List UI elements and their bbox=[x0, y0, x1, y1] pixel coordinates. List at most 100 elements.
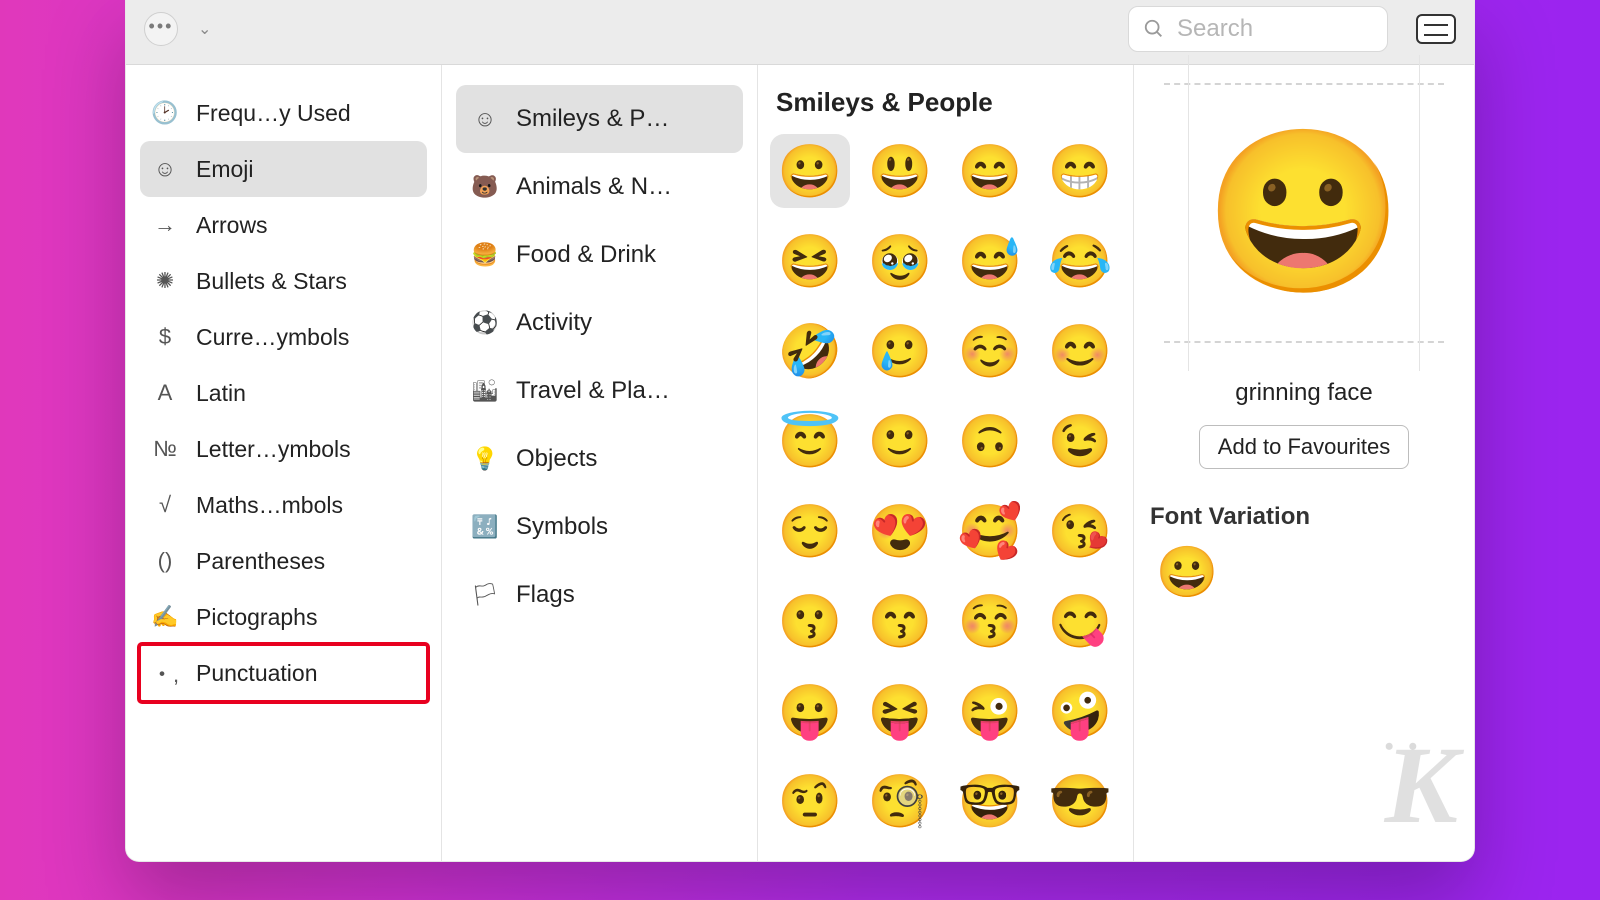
category-icon: ☺ bbox=[150, 154, 180, 184]
emoji-cell[interactable]: 🥳 bbox=[950, 854, 1030, 862]
category-label: Punctuation bbox=[196, 660, 317, 687]
preview-emoji: 😀 bbox=[1204, 120, 1403, 307]
emoji-category-item[interactable]: 🏙 Travel & Pla… bbox=[456, 357, 743, 425]
category-icon: () bbox=[150, 546, 180, 576]
preview-panel: 😀 grinning face Add to Favourites Font V… bbox=[1134, 65, 1474, 861]
emoji-cell[interactable]: 😛 bbox=[770, 674, 850, 748]
emoji-category-icon: 🏙 bbox=[470, 376, 500, 406]
emoji-cell[interactable]: 🙃 bbox=[950, 404, 1030, 478]
emoji-cell[interactable]: 😅 bbox=[950, 224, 1030, 298]
emoji-category-label: Smileys & P… bbox=[516, 105, 669, 133]
emoji-category-label: Symbols bbox=[516, 513, 608, 541]
emoji-category-item[interactable]: 💡Objects bbox=[456, 425, 743, 493]
emoji-cell[interactable]: 😌 bbox=[770, 494, 850, 568]
emoji-category-icon: 🍔 bbox=[470, 240, 500, 270]
more-options-button[interactable]: ••• bbox=[144, 12, 178, 46]
emoji-cell[interactable]: 🥸 bbox=[770, 854, 850, 862]
category-label: Frequ…y Used bbox=[196, 100, 351, 127]
emoji-category-label: Flags bbox=[516, 581, 575, 609]
search-input[interactable]: Search bbox=[1128, 6, 1388, 52]
emoji-cell[interactable]: 🥰 bbox=[950, 494, 1030, 568]
emoji-category-icon: ⚽ bbox=[470, 308, 500, 338]
emoji-category-icon: 🔣 bbox=[470, 512, 500, 542]
category-label: Letter…ymbols bbox=[196, 436, 351, 463]
emoji-cell[interactable]: 🧐 bbox=[860, 764, 940, 838]
category-label: Bullets & Stars bbox=[196, 268, 347, 295]
chevron-down-icon[interactable]: ⌄ bbox=[198, 19, 211, 39]
category-icon: № bbox=[150, 434, 180, 464]
category-icon: √ bbox=[150, 490, 180, 520]
emoji-category-sidebar: ☺Smileys & P… 🐻 Animals & N… 🍔 Food & Drink ⚽… bbox=[442, 65, 758, 861]
category-label: Pictographs bbox=[196, 604, 317, 631]
emoji-cell[interactable]: 🤩 bbox=[860, 854, 940, 862]
emoji-cell[interactable]: 😍 bbox=[860, 494, 940, 568]
emoji-cell[interactable]: 😏 bbox=[1040, 854, 1120, 862]
emoji-cell[interactable]: 😁 bbox=[1040, 134, 1120, 208]
emoji-cell[interactable]: 😆 bbox=[770, 224, 850, 298]
emoji-category-label: Animals & N… bbox=[516, 173, 672, 201]
category-icon: ✍ bbox=[150, 602, 180, 632]
emoji-category-label: Travel & Pla… bbox=[516, 377, 670, 405]
search-icon bbox=[1143, 18, 1165, 40]
emoji-cell[interactable]: 😝 bbox=[860, 674, 940, 748]
category-item[interactable]: √ Maths…mbols bbox=[140, 477, 427, 533]
emoji-category-item[interactable]: 🏳 Flags bbox=[456, 561, 743, 629]
emoji-cell[interactable]: 🙂 bbox=[860, 404, 940, 478]
emoji-cell[interactable]: 😊 bbox=[1040, 314, 1120, 388]
emoji-category-icon: 🏳 bbox=[470, 580, 500, 610]
font-variation-emoji[interactable]: 😀 bbox=[1150, 543, 1458, 602]
category-item[interactable]: ALatin bbox=[140, 365, 427, 421]
category-item[interactable]: ()Parentheses bbox=[140, 533, 427, 589]
emoji-cell[interactable]: 😙 bbox=[860, 584, 940, 658]
character-viewer-window: ••• ⌄ Search 🕑Frequ…y Used ☺ Emoji →Arrows✺… bbox=[125, 0, 1475, 862]
category-item[interactable]: $ Curre…ymbols bbox=[140, 309, 427, 365]
emoji-category-label: Food & Drink bbox=[516, 241, 656, 269]
category-label: Emoji bbox=[196, 156, 254, 183]
category-icon: $ bbox=[150, 322, 180, 352]
add-to-favourites-button[interactable]: Add to Favourites bbox=[1199, 425, 1409, 469]
emoji-cell[interactable]: 😋 bbox=[1040, 584, 1120, 658]
toolbar: ••• ⌄ Search bbox=[126, 0, 1474, 65]
emoji-category-label: Objects bbox=[516, 445, 597, 473]
emoji-category-item[interactable]: 🔣 Symbols bbox=[456, 493, 743, 561]
emoji-cell[interactable]: 🤪 bbox=[1040, 674, 1120, 748]
preview-name: grinning face bbox=[1150, 379, 1458, 407]
category-item[interactable]: →Arrows bbox=[140, 197, 427, 253]
emoji-cell[interactable]: 🥹 bbox=[860, 224, 940, 298]
emoji-cell[interactable]: 😘 bbox=[1040, 494, 1120, 568]
category-item[interactable]: ✺Bullets & Stars bbox=[140, 253, 427, 309]
emoji-cell[interactable]: 😇 bbox=[770, 404, 850, 478]
category-label: Maths…mbols bbox=[196, 492, 343, 519]
category-item[interactable]: ☺ Emoji bbox=[140, 141, 427, 197]
category-item[interactable]: 🕑Frequ…y Used bbox=[140, 85, 427, 141]
emoji-cell[interactable]: 😚 bbox=[950, 584, 1030, 658]
emoji-cell[interactable]: ☺️ bbox=[950, 314, 1030, 388]
emoji-cell[interactable]: 😗 bbox=[770, 584, 850, 658]
category-icon: A bbox=[150, 378, 180, 408]
emoji-category-item[interactable]: 🍔 Food & Drink bbox=[456, 221, 743, 289]
emoji-category-item[interactable]: ☺Smileys & P… bbox=[456, 85, 743, 153]
emoji-cell[interactable]: 🥲 bbox=[860, 314, 940, 388]
category-item[interactable]: ✍ Pictographs bbox=[140, 589, 427, 645]
category-item[interactable]: ・, Punctuation bbox=[140, 645, 427, 701]
grid-title: Smileys & People bbox=[768, 83, 1123, 130]
emoji-category-item[interactable]: ⚽Activity bbox=[456, 289, 743, 357]
emoji-cell[interactable]: 🤨 bbox=[770, 764, 850, 838]
emoji-cell[interactable]: 😃 bbox=[860, 134, 940, 208]
category-icon: ・, bbox=[150, 658, 180, 688]
emoji-cell[interactable]: 😂 bbox=[1040, 224, 1120, 298]
emoji-cell[interactable]: 😄 bbox=[950, 134, 1030, 208]
emoji-cell[interactable]: 😜 bbox=[950, 674, 1030, 748]
keyboard-viewer-button[interactable] bbox=[1416, 14, 1456, 44]
emoji-cell[interactable]: 😀 bbox=[770, 134, 850, 208]
watermark: • •K bbox=[1385, 732, 1452, 849]
emoji-category-icon: 🐻 bbox=[470, 172, 500, 202]
emoji-cell[interactable]: 😉 bbox=[1040, 404, 1120, 478]
category-item[interactable]: № Letter…ymbols bbox=[140, 421, 427, 477]
font-variation-title: Font Variation bbox=[1150, 503, 1458, 531]
emoji-cell[interactable]: 🤓 bbox=[950, 764, 1030, 838]
emoji-cell[interactable]: 😎 bbox=[1040, 764, 1120, 838]
emoji-category-item[interactable]: 🐻 Animals & N… bbox=[456, 153, 743, 221]
emoji-cell[interactable]: 🤣 bbox=[770, 314, 850, 388]
category-label: Curre…ymbols bbox=[196, 324, 349, 351]
